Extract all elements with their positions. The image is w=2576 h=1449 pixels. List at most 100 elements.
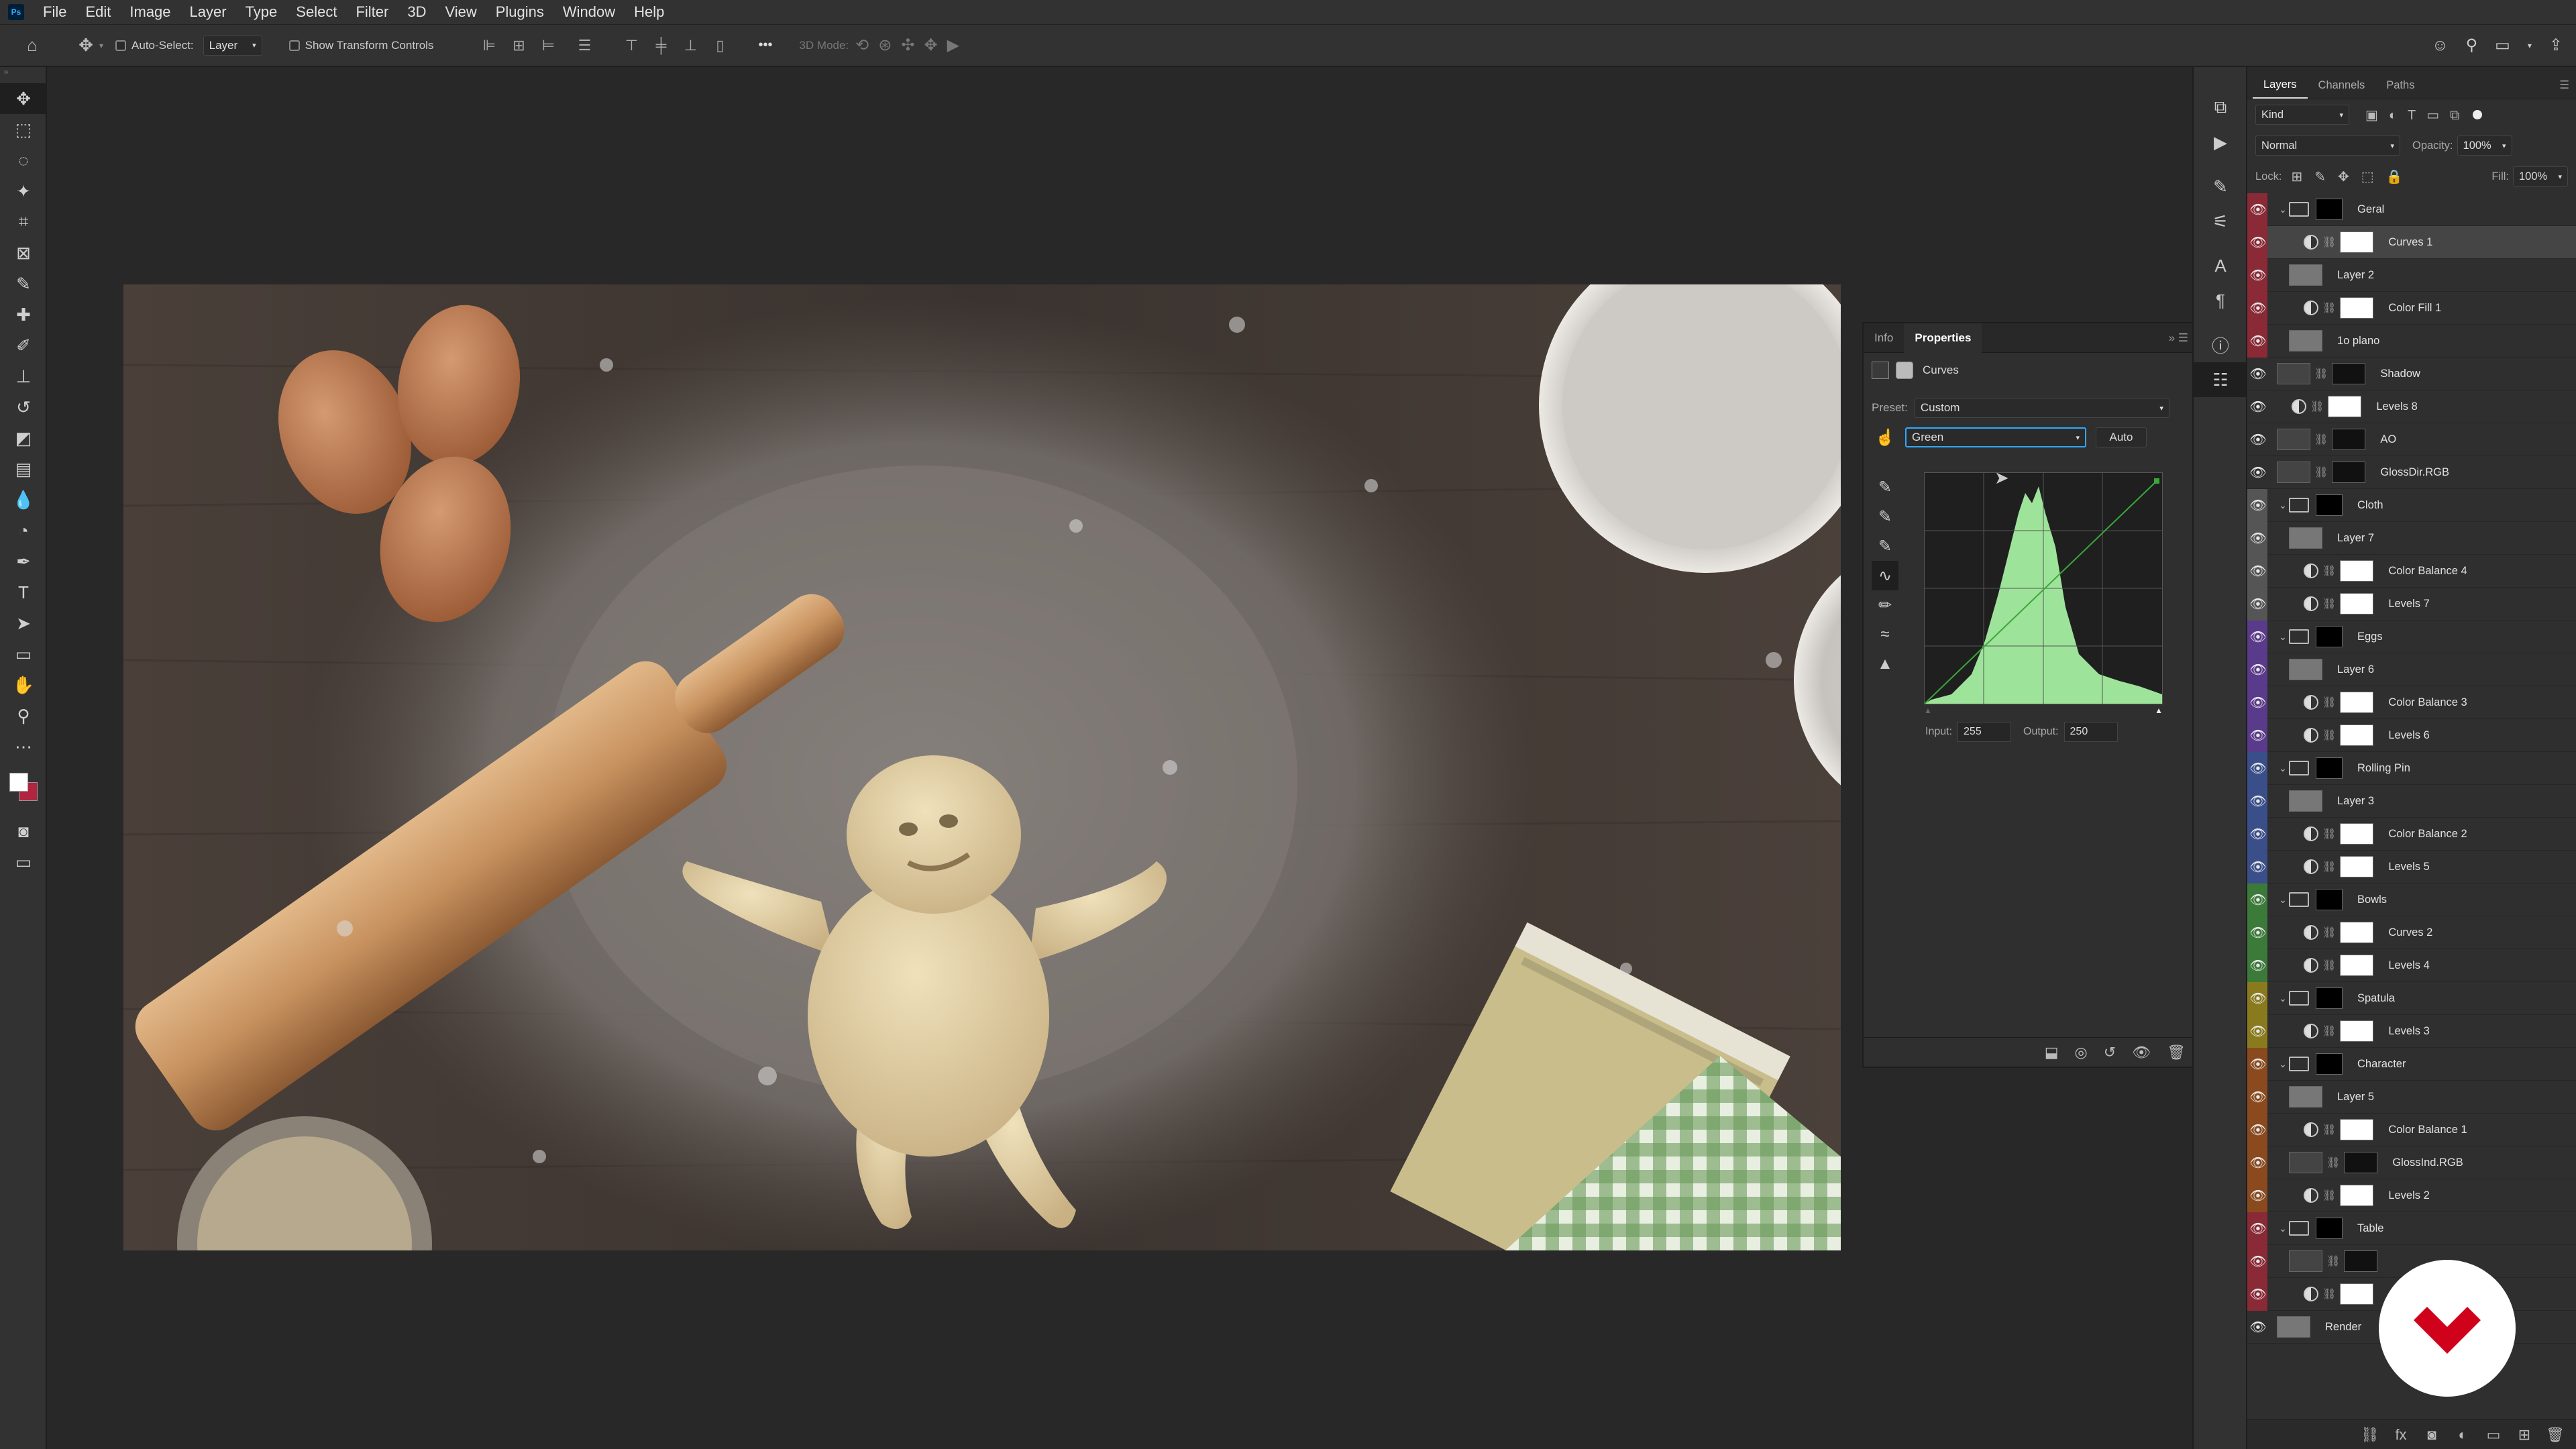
visibility-eye-icon[interactable]: 👁 [2249, 1179, 2267, 1212]
link-icon[interactable]: ⛓ [2314, 433, 2328, 446]
visibility-eye-icon[interactable]: 👁 [2249, 1245, 2267, 1278]
visibility-eye-icon[interactable]: 👁 [2249, 259, 2267, 292]
align-middle-icon[interactable]: ╪ [649, 34, 672, 57]
layer-row[interactable]: 👁 ⛓ Color Balance 4 [2247, 555, 2576, 588]
layer-row[interactable]: 👁 ⛓ Color Fill 1 [2247, 292, 2576, 325]
new-adjustment-icon[interactable]: ◐ [2447, 1426, 2478, 1444]
visibility-eye-icon[interactable]: 👁 [2249, 193, 2267, 226]
visibility-eye-icon[interactable]: 👁 [2249, 686, 2267, 719]
expand-chevron-icon[interactable]: ⌄ [2277, 763, 2289, 774]
group-mask-thumbnail[interactable] [2316, 199, 2343, 220]
blur-tool-icon[interactable]: 💧 [0, 484, 47, 515]
more-options-icon[interactable]: ••• [758, 38, 772, 53]
visibility-eye-icon[interactable]: 👁 [2249, 752, 2267, 785]
layer-row[interactable]: 👁 ⛓ Levels 4 [2247, 949, 2576, 982]
layer-thumbnail[interactable] [2289, 790, 2322, 812]
channel-dropdown[interactable]: Green ▾ [1905, 427, 2086, 447]
menu-file[interactable]: File [43, 3, 66, 21]
layer-mask-thumbnail[interactable] [2340, 1119, 2374, 1140]
layer-thumbnail[interactable] [2289, 659, 2322, 680]
expand-chevron-icon[interactable]: ⌄ [2277, 1223, 2289, 1234]
share-icon[interactable]: ⇪ [2549, 36, 2563, 55]
chevron-down-icon[interactable]: ▾ [2528, 41, 2532, 50]
brush-tool-icon[interactable]: ✐ [0, 330, 47, 361]
preset-dropdown[interactable]: Custom ▾ [1914, 398, 2169, 418]
visibility-eye-icon[interactable]: 👁 [2249, 292, 2267, 325]
layer-thumbnail[interactable] [2289, 1250, 2322, 1272]
layer-mask-thumbnail[interactable] [2340, 724, 2374, 746]
visibility-eye-icon[interactable]: 👁 [2249, 851, 2267, 883]
type-tool-icon[interactable]: T [0, 577, 47, 608]
output-field[interactable]: 250 [2063, 722, 2118, 742]
curve-point[interactable] [2154, 478, 2159, 484]
layer-mask-thumbnail[interactable] [2340, 593, 2374, 614]
visibility-eye-icon[interactable]: 👁 [2249, 522, 2267, 555]
auto-select-checkbox[interactable]: Auto-Select: [115, 39, 194, 52]
eyedropper-icon[interactable]: ✎ [0, 268, 47, 299]
visibility-eye-icon[interactable]: 👁 [2249, 1081, 2267, 1114]
layer-row[interactable]: 👁 ⛓ Levels 5 [2247, 851, 2576, 883]
white-slider-icon[interactable]: ▲ [2155, 706, 2163, 715]
adjust-sliders-icon[interactable]: ⚟ [2194, 204, 2247, 239]
history-icon[interactable]: ⧉ [2194, 90, 2247, 125]
layer-row[interactable]: 👁 ⛓ Color Balance 2 [2247, 818, 2576, 851]
healing-brush-icon[interactable]: ✚ [0, 299, 47, 330]
menu-select[interactable]: Select [296, 3, 337, 21]
layer-mask-thumbnail[interactable] [2344, 1152, 2378, 1173]
layer-row[interactable]: 👁 ⛓ Levels 7 [2247, 588, 2576, 621]
layer-row[interactable]: 👁 ⌄ Spatula [2247, 982, 2576, 1015]
layer-row[interactable]: 👁 ⛓ Levels 3 [2247, 1015, 2576, 1048]
frame-tool-icon[interactable]: ⊠ [0, 237, 47, 268]
layer-row[interactable]: 👁 Layer 2 [2247, 259, 2576, 292]
link-icon[interactable]: ⛓ [2322, 597, 2336, 610]
link-icon[interactable]: ⛓ [2310, 400, 2324, 413]
character-icon[interactable]: A [2194, 248, 2247, 283]
collapse-chevron-icon[interactable]: » [0, 67, 46, 83]
expand-chevron-icon[interactable]: ⌄ [2277, 993, 2289, 1004]
hand-tool-icon[interactable]: ✋ [0, 669, 47, 700]
reset-icon[interactable]: ↺ [2104, 1044, 2116, 1061]
visibility-eye-icon[interactable]: 👁 [2249, 226, 2267, 259]
auto-select-target-dropdown[interactable]: Layer ▾ [203, 35, 262, 56]
edit-toolbar-icon[interactable]: ⋯ [0, 731, 47, 762]
link-icon[interactable]: ⛓ [2322, 926, 2336, 939]
panel-menu-icon[interactable]: ☰ [2553, 78, 2576, 99]
layer-row[interactable]: 👁 1o plano [2247, 325, 2576, 358]
expand-chevron-icon[interactable]: ⌄ [2277, 500, 2289, 511]
layer-row[interactable]: 👁 ⌄ Table [2247, 1212, 2576, 1245]
trash-icon[interactable]: 🗑 [2167, 1044, 2186, 1061]
visibility-icon[interactable]: 👁 [2132, 1044, 2151, 1061]
checkbox-box[interactable] [288, 40, 300, 51]
dodge-tool-icon[interactable]: ◔ [0, 515, 47, 546]
layer-row[interactable]: 👁 ⌄ Rolling Pin [2247, 752, 2576, 785]
group-mask-thumbnail[interactable] [2316, 987, 2343, 1009]
link-icon[interactable]: ⛓ [2322, 301, 2336, 315]
fx-icon[interactable]: fx [2385, 1426, 2416, 1444]
quick-mask-icon[interactable]: ◙ [0, 816, 47, 847]
layer-row[interactable]: 👁 ⌄ Eggs [2247, 621, 2576, 653]
link-icon[interactable]: ⛓ [2322, 1024, 2336, 1038]
chevron-down-icon[interactable]: ▾ [99, 41, 103, 50]
link-icon[interactable]: ⛓ [2326, 1156, 2340, 1169]
layer-mask-thumbnail[interactable] [2340, 297, 2374, 319]
share-person-icon[interactable]: ☺ [2432, 36, 2449, 55]
zoom-tool-icon[interactable]: ⚲ [0, 700, 47, 731]
align-right-icon[interactable]: ⊨ [537, 34, 559, 57]
link-layers-icon[interactable]: ⛓ [2355, 1426, 2385, 1444]
link-icon[interactable]: ⛓ [2314, 367, 2328, 380]
align-left-icon[interactable]: ⊫ [478, 34, 500, 57]
photoshop-logo-icon[interactable]: Ps [8, 4, 24, 20]
visibility-eye-icon[interactable]: 👁 [2249, 423, 2267, 456]
lock-icons[interactable]: ⊞✎✥⬚🔒 [2291, 168, 2414, 185]
layer-mask-thumbnail[interactable] [2328, 396, 2362, 417]
visibility-eye-icon[interactable]: 👁 [2249, 883, 2267, 916]
layer-mask-thumbnail[interactable] [2344, 1250, 2378, 1272]
visibility-eye-icon[interactable]: 👁 [2249, 456, 2267, 489]
home-icon[interactable]: ⌂ [19, 32, 46, 59]
paragraph-icon[interactable]: ¶ [2194, 283, 2247, 318]
layer-mask-thumbnail[interactable] [2340, 922, 2374, 943]
layer-mask-thumbnail[interactable] [2332, 462, 2366, 483]
visibility-eye-icon[interactable]: 👁 [2249, 358, 2267, 390]
group-mask-thumbnail[interactable] [2316, 889, 2343, 910]
visibility-eye-icon[interactable]: 👁 [2249, 1212, 2267, 1245]
